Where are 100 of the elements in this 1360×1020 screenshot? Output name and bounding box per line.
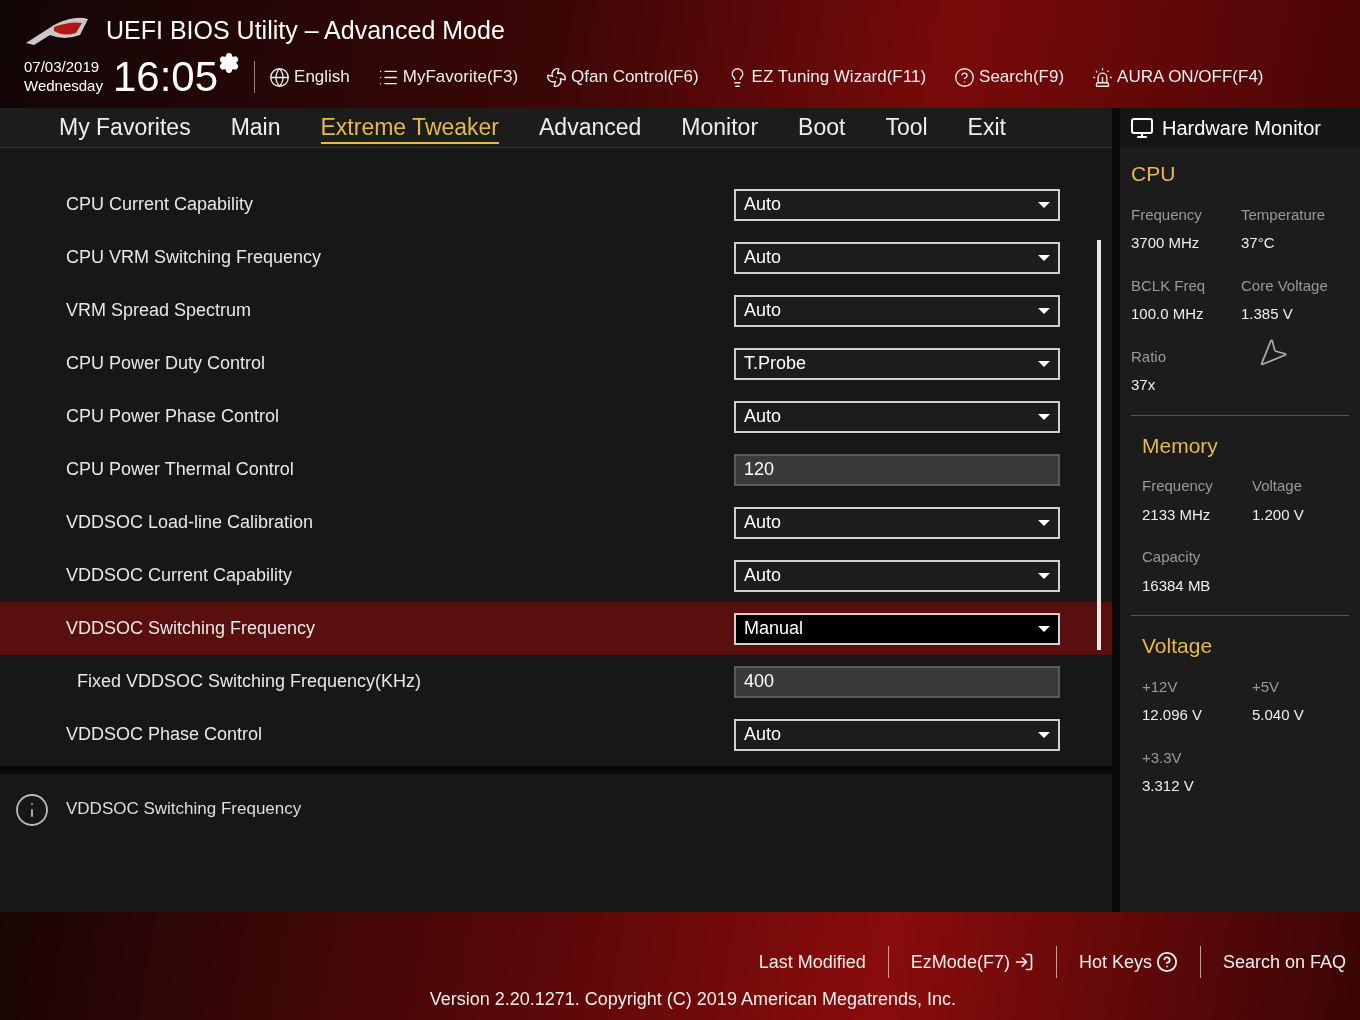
caret-icon xyxy=(1038,519,1050,526)
setting-row[interactable]: CPU Power Duty Control T.Probe xyxy=(0,337,1112,390)
globe-icon xyxy=(269,66,291,88)
setting-label: CPU Current Capability xyxy=(65,193,255,216)
stat-label: BCLK Freq xyxy=(1131,275,1207,296)
day-text: Wednesday xyxy=(24,77,103,96)
stat-value: 1.200 V xyxy=(1252,504,1305,525)
setting-label: VDDSOC Current Capability xyxy=(65,564,294,587)
stat-value: 1.385 V xyxy=(1241,304,1294,324)
stat-label: Capacity xyxy=(1142,547,1202,567)
light-icon xyxy=(1092,66,1114,88)
stat-label: +3.3V xyxy=(1142,747,1183,768)
stat-label: Core Voltage xyxy=(1241,275,1329,296)
tab[interactable]: Tool xyxy=(885,111,928,144)
footer-link[interactable]: Hot Keys xyxy=(1078,948,1178,976)
stat-value: 3.312 V xyxy=(1142,776,1195,796)
setting-row[interactable]: Fixed VDDSOC Switching Frequency(KHz) 400 xyxy=(0,655,1112,708)
dropdown[interactable]: Auto xyxy=(734,506,1060,539)
setting-row[interactable]: VRM Spread Spectrum Auto xyxy=(0,284,1112,337)
footer-link[interactable]: Last Modified xyxy=(758,948,866,976)
setting-row[interactable]: CPU Power Phase Control Auto xyxy=(0,390,1112,443)
input-field[interactable]: 400 xyxy=(734,665,1060,698)
dropdown[interactable]: T.Probe xyxy=(734,347,1060,380)
dropdown[interactable]: Auto xyxy=(734,400,1060,433)
dropdown[interactable]: Auto xyxy=(734,188,1060,221)
setting-label: CPU VRM Switching Frequency xyxy=(65,246,323,269)
stat-value: 12.096 V xyxy=(1142,705,1204,725)
setting-row[interactable]: VDDSOC Switching Frequency Manual xyxy=(0,602,1112,655)
fan-icon xyxy=(546,66,568,88)
stat-value: 2133 MHz xyxy=(1142,504,1212,525)
dropdown[interactable]: Auto xyxy=(734,294,1060,327)
panel-title: Hardware Monitor xyxy=(1162,116,1321,141)
setting-row[interactable]: CPU Power Thermal Control 120 xyxy=(0,443,1112,496)
clock-text: 16:05 xyxy=(112,56,219,98)
toolbar-button[interactable]: Qfan Control(F6) xyxy=(546,64,699,90)
tab[interactable]: Extreme Tweaker xyxy=(320,111,500,144)
window-title: UEFI BIOS Utility – Advanced Mode xyxy=(106,15,505,47)
caret-icon xyxy=(1038,201,1050,208)
stat-value: 100.0 MHz xyxy=(1131,304,1205,324)
exit-icon xyxy=(1013,952,1034,972)
toolbar-button[interactable]: English xyxy=(269,64,350,90)
stat-value: 5.040 V xyxy=(1252,705,1305,725)
dropdown[interactable]: Auto xyxy=(734,241,1060,274)
stat-label: Temperature xyxy=(1241,204,1327,225)
setting-row[interactable]: VDDSOC Load-line Calibration Auto xyxy=(0,496,1112,549)
setting-label: VRM Spread Spectrum xyxy=(65,299,253,322)
caret-icon xyxy=(1038,254,1050,261)
toolbar-button[interactable]: MyFavorite(F3) xyxy=(377,64,519,90)
tab[interactable]: Monitor xyxy=(681,111,759,144)
version-text: Version 2.20.1271. Copyright (C) 2019 American Megatrends, Inc. xyxy=(429,988,956,1011)
section-title: Memory xyxy=(1142,432,1219,459)
caret-icon xyxy=(1038,360,1050,367)
stat-label: Ratio xyxy=(1131,346,1168,367)
caret-icon xyxy=(1038,307,1050,314)
caret-icon xyxy=(1038,731,1050,738)
stat-label: Frequency xyxy=(1131,204,1203,225)
help-icon xyxy=(954,66,976,88)
stat-value: 37x xyxy=(1131,375,1157,395)
stat-label: +5V xyxy=(1252,676,1281,697)
toolbar-button[interactable]: EZ Tuning Wizard(F11) xyxy=(726,64,927,90)
help-icon xyxy=(1155,951,1178,973)
stat-value: 16384 MB xyxy=(1142,575,1212,596)
footer-link[interactable]: Search on FAQ xyxy=(1222,948,1346,976)
section-title: Voltage xyxy=(1142,633,1214,659)
stat-label: +12V xyxy=(1142,676,1179,697)
stat-label: Voltage xyxy=(1252,476,1304,496)
setting-label: Fixed VDDSOC Switching Frequency(KHz) xyxy=(76,670,423,693)
tab[interactable]: Advanced xyxy=(539,111,642,144)
scrollbar[interactable] xyxy=(1097,240,1101,650)
caret-icon xyxy=(1038,572,1050,579)
input-field[interactable]: 120 xyxy=(734,453,1060,486)
dropdown[interactable]: Auto xyxy=(734,718,1060,751)
help-text: VDDSOC Switching Frequency xyxy=(66,798,302,820)
setting-row[interactable]: VDDSOC Current Capability Auto xyxy=(0,549,1112,602)
setting-label: VDDSOC Switching Frequency xyxy=(65,617,317,640)
tab[interactable]: My Favorites xyxy=(59,111,191,144)
tab[interactable]: Boot xyxy=(798,111,846,144)
setting-label: CPU Power Phase Control xyxy=(65,405,281,428)
dropdown[interactable]: Manual xyxy=(734,612,1060,645)
stat-value: 37°C xyxy=(1241,233,1276,253)
dropdown[interactable]: Auto xyxy=(734,559,1060,592)
caret-icon xyxy=(1038,413,1050,420)
tab[interactable]: Exit xyxy=(967,111,1006,144)
caret-icon xyxy=(1038,625,1050,632)
date-text: 07/03/2019 xyxy=(24,58,101,77)
monitor-icon xyxy=(1130,116,1154,140)
stat-value: 3700 MHz xyxy=(1131,233,1201,253)
info-icon xyxy=(14,792,50,828)
setting-row[interactable]: VDDSOC Phase Control Auto xyxy=(0,708,1112,761)
toolbar-button[interactable]: Search(F9) xyxy=(954,64,1065,90)
setting-label: CPU Power Thermal Control xyxy=(65,458,295,481)
section-title: CPU xyxy=(1131,161,1177,187)
footer-link[interactable]: EzMode(F7) xyxy=(910,948,1034,976)
setting-row[interactable]: CPU VRM Switching Frequency Auto xyxy=(0,231,1112,284)
tab[interactable]: Main xyxy=(230,111,281,144)
settings-icon[interactable] xyxy=(218,52,241,74)
toolbar-button[interactable]: AURA ON/OFF(F4) xyxy=(1092,64,1264,90)
setting-label: CPU Power Duty Control xyxy=(65,352,267,375)
setting-row[interactable]: CPU Current Capability Auto xyxy=(0,178,1112,231)
setting-label: VDDSOC Load-line Calibration xyxy=(65,511,315,534)
